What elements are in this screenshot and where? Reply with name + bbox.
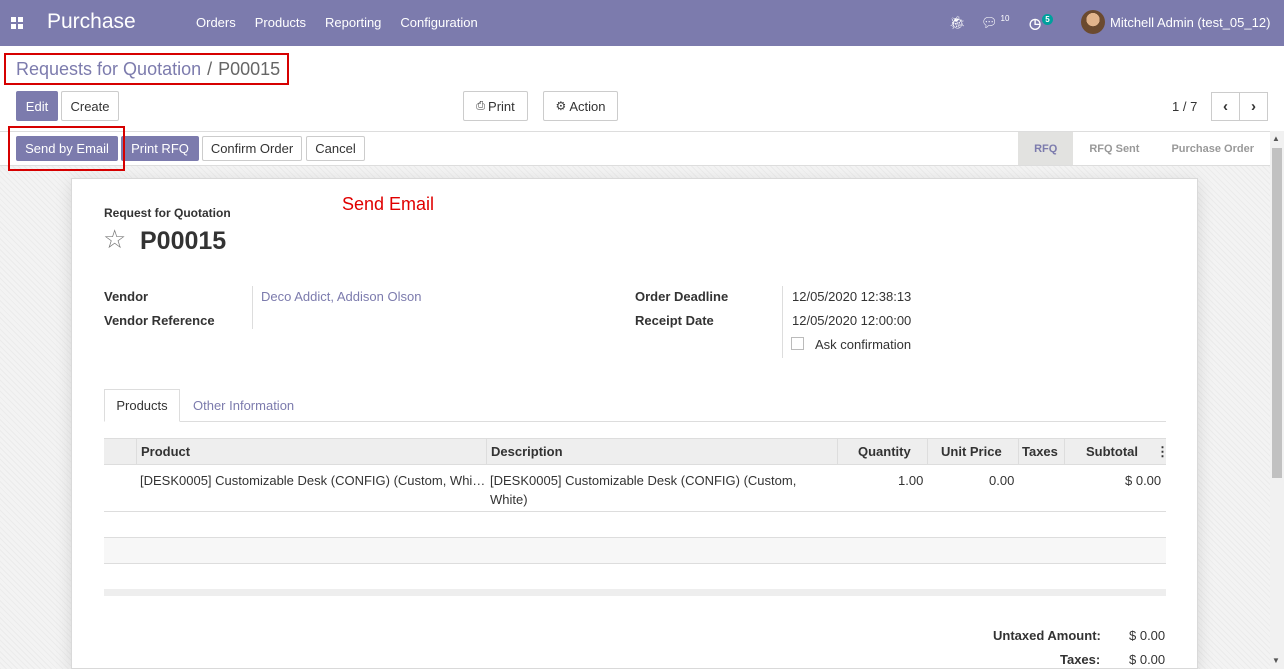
chevron-left-icon: ‹: [1223, 98, 1228, 115]
col-separator: [837, 439, 838, 465]
document-title: P00015: [140, 227, 227, 255]
apps-menu-icon[interactable]: [11, 17, 23, 29]
menu-products[interactable]: Products: [255, 15, 306, 30]
avatar[interactable]: [1081, 10, 1105, 34]
chat-count-badge: 10: [1000, 13, 1010, 23]
create-button[interactable]: Create: [61, 91, 119, 121]
taxes-value: $ 0.00: [1129, 652, 1166, 667]
chevron-right-icon: ›: [1251, 98, 1256, 115]
tab-other-information[interactable]: Other Information: [193, 398, 294, 413]
row-divider: [104, 563, 1166, 564]
order-deadline-label: Order Deadline: [635, 289, 729, 304]
menu-orders[interactable]: Orders: [196, 15, 236, 30]
ask-confirmation-label: Ask confirmation: [815, 337, 912, 352]
doc-type-label: Request for Quotation: [104, 206, 231, 220]
action-label: Action: [569, 98, 606, 114]
order-lines-header: [104, 438, 1166, 465]
printer-icon: ⎙: [476, 99, 486, 112]
row-divider: [104, 511, 1166, 512]
pager-value[interactable]: 1 / 7: [1172, 99, 1197, 114]
star-icon[interactable]: ☆: [103, 226, 126, 252]
column-header-quantity[interactable]: Quantity: [858, 444, 911, 459]
col-separator: [927, 439, 928, 465]
col-separator: [1064, 439, 1065, 465]
line-product[interactable]: [DESK0005] Customizable Desk (CONFIG) (C…: [140, 473, 485, 488]
menu-reporting[interactable]: Reporting: [325, 15, 381, 30]
column-header-description[interactable]: Description: [491, 444, 563, 459]
pager-previous-button[interactable]: ‹: [1211, 92, 1240, 121]
untaxed-amount-label: Untaxed Amount:: [993, 628, 1101, 643]
chat-bubble-icon: 💬︎: [981, 15, 998, 30]
debug-bug-icon[interactable]: 🐞︎: [949, 0, 966, 46]
empty-row: [104, 537, 1166, 563]
untaxed-amount-value: $ 0.00: [1129, 628, 1166, 643]
scrollbar-thumb[interactable]: [1272, 148, 1282, 478]
line-description-2[interactable]: White): [490, 492, 528, 507]
edit-button[interactable]: Edit: [16, 91, 58, 121]
stage-rfq-sent[interactable]: RFQ Sent: [1073, 132, 1155, 165]
vendor-reference-label: Vendor Reference: [104, 313, 215, 328]
send-email-highlight-box: [8, 126, 125, 171]
menu-configuration[interactable]: Configuration: [400, 15, 477, 30]
tabs-divider: [104, 421, 1166, 422]
col-separator: [1018, 439, 1019, 465]
print-label: Print: [488, 98, 515, 114]
gear-icon: ⚙: [555, 99, 567, 113]
tab-products[interactable]: Products: [104, 389, 180, 422]
stage-purchase-order[interactable]: Purchase Order: [1155, 132, 1270, 165]
column-header-unit-price[interactable]: Unit Price: [941, 444, 1002, 459]
cancel-button[interactable]: Cancel: [306, 136, 365, 161]
column-header-subtotal[interactable]: Subtotal: [1086, 444, 1138, 459]
stage-rfq[interactable]: RFQ: [1018, 132, 1074, 165]
scroll-down-arrow-icon[interactable]: ▼: [1272, 656, 1280, 665]
column-header-taxes[interactable]: Taxes: [1022, 444, 1058, 459]
col-separator: [136, 439, 137, 465]
user-menu[interactable]: Mitchell Admin (test_05_12): [1110, 15, 1270, 30]
print-dropdown-button[interactable]: ⎙ Print: [463, 91, 528, 121]
activity-count-badge: 5: [1042, 13, 1053, 25]
main-menu: Orders Products Reporting Configuration: [196, 15, 497, 30]
order-deadline-field[interactable]: 12/05/2020 12:38:13: [792, 289, 911, 304]
status-stages: RFQ RFQ Sent Purchase Order: [1018, 132, 1270, 165]
vendor-label: Vendor: [104, 289, 149, 304]
pager-next-button[interactable]: ›: [1239, 92, 1268, 121]
optional-columns-icon[interactable]: ⋮: [1156, 444, 1169, 460]
vendor-field[interactable]: Deco Addict, Addison Olson: [261, 289, 421, 304]
action-dropdown-button[interactable]: ⚙ Action: [543, 91, 618, 121]
messaging-menu[interactable]: 💬︎ 10: [981, 0, 1009, 46]
line-quantity[interactable]: 1.00: [898, 473, 923, 488]
row-divider: [104, 537, 1166, 538]
scroll-up-arrow-icon[interactable]: ▲: [1272, 134, 1280, 143]
ask-confirmation-checkbox[interactable]: [791, 337, 804, 350]
deadline-divider: [782, 286, 783, 358]
order-lines-footer: [104, 589, 1166, 596]
receipt-date-label: Receipt Date: [635, 313, 714, 328]
line-description-1[interactable]: [DESK0005] Customizable Desk (CONFIG) (C…: [490, 473, 796, 488]
activity-menu[interactable]: ◷ 5: [1029, 0, 1053, 46]
line-subtotal: $ 0.00: [1125, 473, 1162, 488]
receipt-date-field[interactable]: 12/05/2020 12:00:00: [792, 313, 911, 328]
breadcrumb-highlight-box: [4, 53, 289, 85]
line-unit-price[interactable]: 0.00: [989, 473, 1014, 488]
vendor-divider: [252, 286, 253, 329]
col-separator: [486, 439, 487, 465]
print-rfq-button[interactable]: Print RFQ: [121, 136, 199, 161]
send-email-annotation: Send Email: [342, 194, 435, 214]
confirm-order-button[interactable]: Confirm Order: [202, 136, 302, 161]
app-name[interactable]: Purchase: [47, 10, 136, 34]
top-navbar: Purchase Orders Products Reporting Confi…: [0, 0, 1284, 46]
clock-icon: ◷: [1029, 14, 1042, 31]
taxes-label: Taxes:: [1060, 652, 1101, 667]
column-header-product[interactable]: Product: [141, 444, 190, 459]
